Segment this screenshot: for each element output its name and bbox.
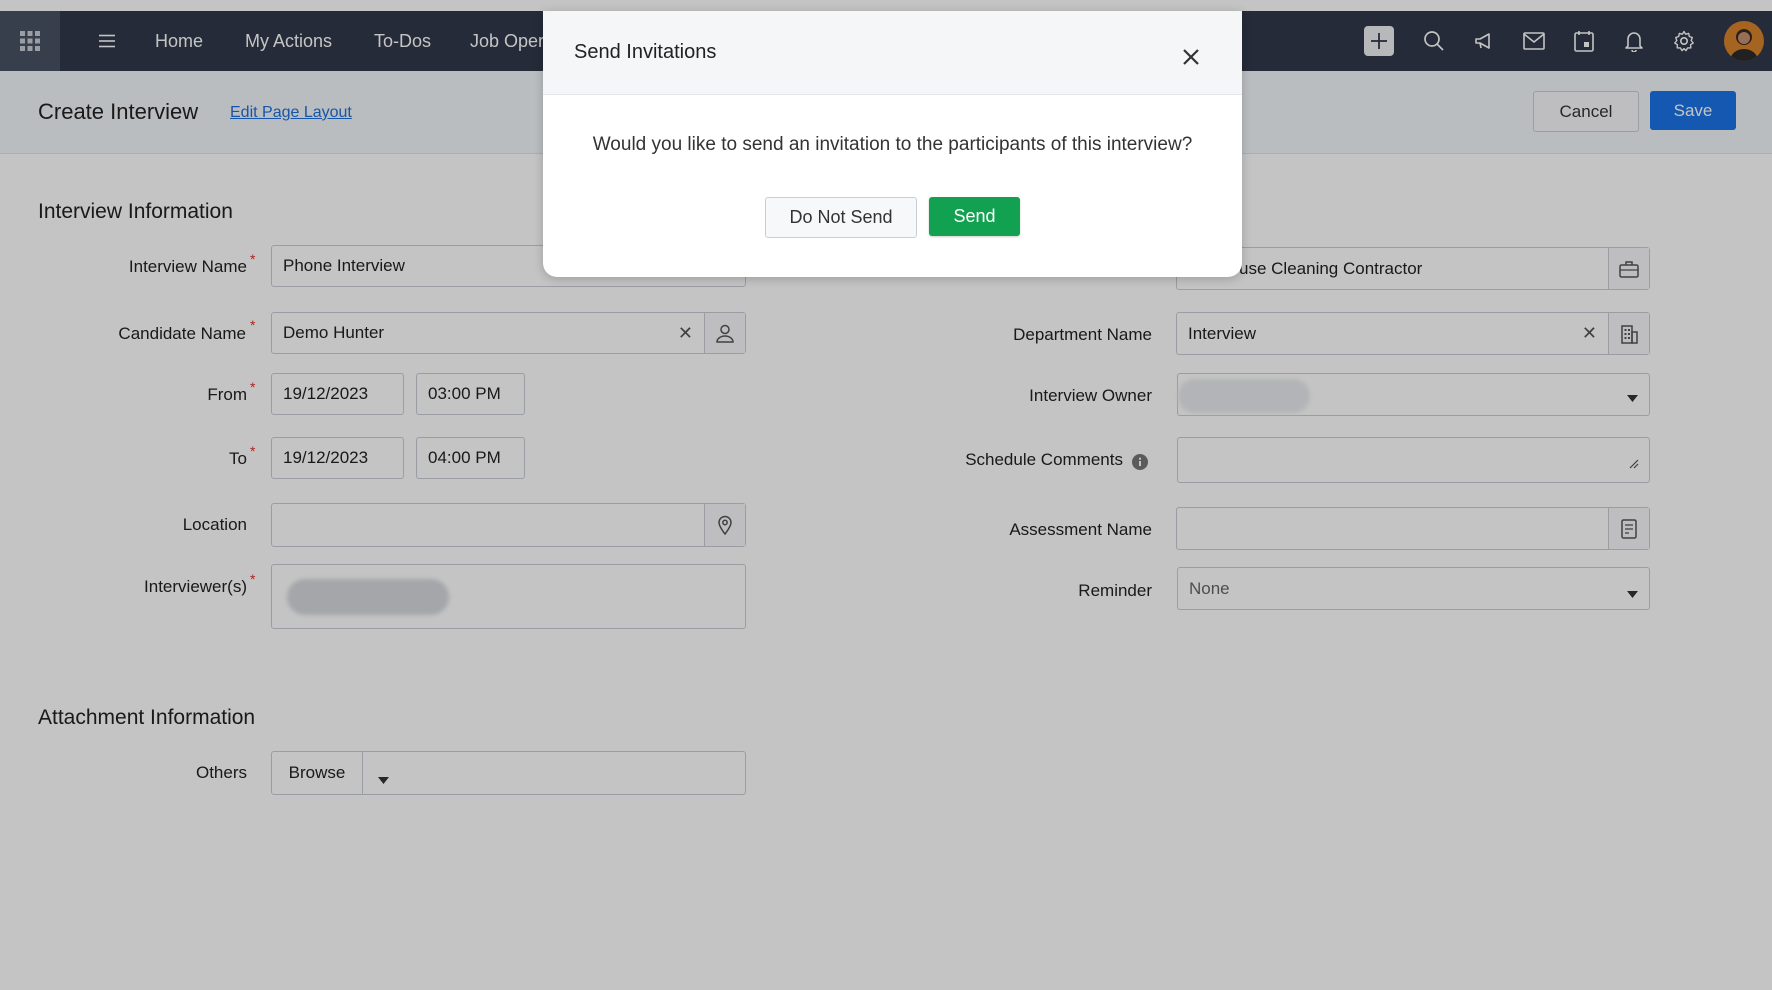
do-not-send-button[interactable]: Do Not Send — [765, 197, 917, 238]
dialog-header: Send Invitations — [543, 11, 1242, 95]
send-button[interactable]: Send — [929, 197, 1020, 236]
send-invitations-dialog: Send Invitations Would you like to send … — [543, 11, 1242, 277]
dialog-title: Send Invitations — [574, 41, 717, 63]
close-icon[interactable] — [1178, 44, 1204, 70]
dialog-message: Would you like to send an invitation to … — [592, 134, 1193, 155]
